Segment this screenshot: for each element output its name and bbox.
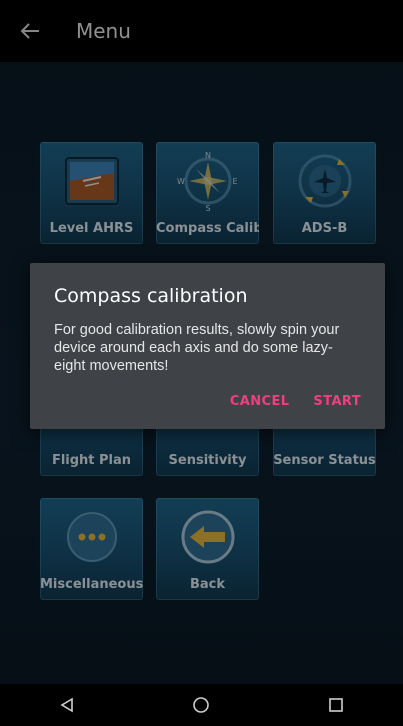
cancel-button[interactable]: CANCEL [230,394,290,409]
compass-calibration-dialog: Compass calibration For good calibration… [30,263,385,429]
triangle-back-icon[interactable] [37,684,97,726]
circle-home-icon[interactable] [171,684,231,726]
square-recents-icon[interactable] [306,684,366,726]
dialog-message: For good calibration results, slowly spi… [54,322,340,374]
system-nav-bar [0,684,403,726]
dialog-title: Compass calibration [54,285,248,307]
dialog-actions: CANCEL START [230,394,361,409]
start-button[interactable]: START [313,394,361,409]
